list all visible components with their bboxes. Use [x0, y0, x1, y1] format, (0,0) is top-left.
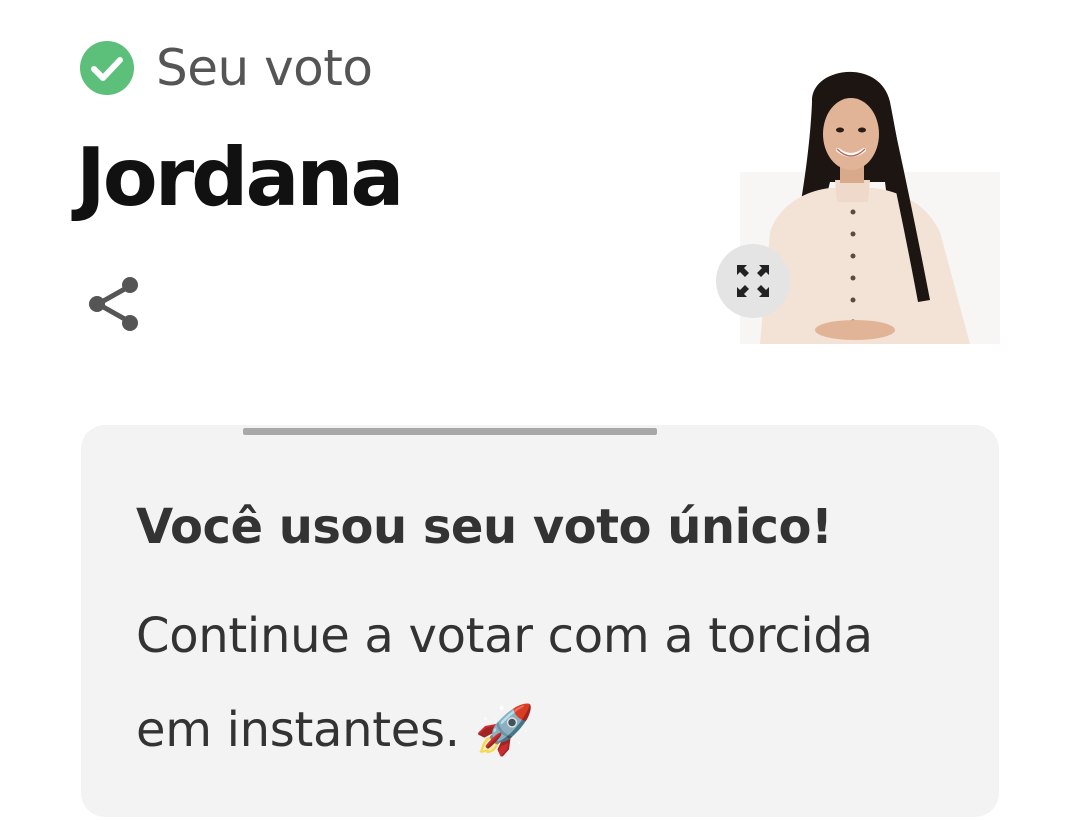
card-body: Continue a votar com a torcida em instan…: [136, 608, 873, 758]
card-drag-handle[interactable]: [243, 428, 657, 435]
vote-status: Seu voto: [80, 39, 373, 97]
expand-photo-button[interactable]: [716, 244, 790, 318]
candidate-name: Jordana: [76, 131, 404, 224]
expand-icon: [737, 265, 769, 297]
vote-confirmation-card: Você usou seu voto único! Continue a vot…: [81, 425, 999, 817]
card-title: Você usou seu voto único!: [136, 499, 833, 555]
share-button[interactable]: [84, 272, 148, 336]
vote-status-label: Seu voto: [156, 39, 373, 97]
share-icon: [89, 277, 138, 331]
check-circle-icon: [80, 41, 134, 95]
